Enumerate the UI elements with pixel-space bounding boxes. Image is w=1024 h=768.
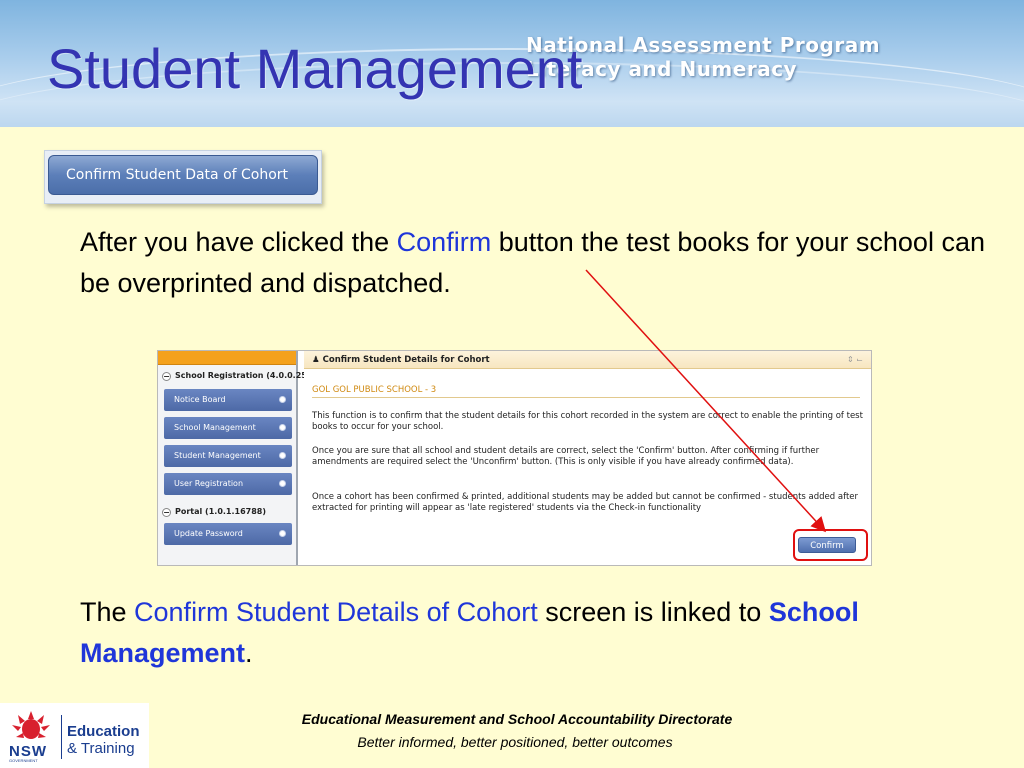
school-name: GOL GOL PUBLIC SCHOOL - 3 [312, 385, 860, 398]
radio-icon [279, 424, 286, 431]
sidebar-item-label: Notice Board [174, 395, 226, 404]
sidebar-item-label: Update Password [174, 529, 243, 538]
app-screenshot: − School Registration (4.0.0.25 Notice Bo… [157, 350, 872, 566]
sidebar-item-label: School Management [174, 423, 256, 432]
para2-after: . [245, 638, 253, 668]
panel-controls-icon[interactable]: ⇕ ⌙ [847, 355, 863, 364]
sidebar-item-label: User Registration [174, 479, 244, 488]
program-line-2: Literacy and Numeracy [526, 57, 798, 81]
program-name: National Assessment Program Literacy and… [526, 33, 986, 81]
panel-header: ♟ Confirm Student Details for Cohort [304, 351, 871, 369]
program-line-1: National Assessment Program [526, 33, 881, 57]
group-label: School Registration (4.0.0.25 [175, 371, 307, 380]
waratah-icon [12, 711, 50, 739]
radio-icon [279, 452, 286, 459]
group-label: Portal (1.0.1.16788) [175, 507, 267, 516]
radio-icon [279, 530, 286, 537]
link-paragraph: The Confirm Student Details of Cohort sc… [80, 592, 980, 674]
instruction-paragraph: After you have clicked the Confirm butto… [80, 222, 1000, 304]
radio-icon [279, 396, 286, 403]
para1-highlight: Confirm [396, 227, 492, 257]
confirm-cohort-button[interactable]: Confirm Student Data of Cohort [48, 155, 318, 195]
collapse-icon: − [162, 508, 171, 517]
panel-title: Confirm Student Details for Cohort [322, 355, 490, 365]
cohort-button-image: Confirm Student Data of Cohort [44, 150, 322, 204]
sidebar-item-user-registration[interactable]: User Registration [164, 473, 292, 495]
panel-text: Once a cohort has been confirmed & print… [312, 492, 858, 513]
radio-icon [279, 480, 286, 487]
users-icon: ♟ [312, 355, 320, 365]
para1-before: After you have clicked the [80, 227, 397, 257]
logo-divider [61, 715, 62, 759]
sidebar-item-student-management[interactable]: Student Management [164, 445, 292, 467]
footer-tagline: Better informed, better positioned, bett… [357, 734, 673, 750]
collapse-icon: − [162, 372, 171, 381]
education-text: Education [67, 723, 140, 740]
sidebar-group-school-registration[interactable]: − School Registration (4.0.0.25 [162, 371, 307, 381]
para2-middle: screen is linked to [537, 597, 769, 627]
sidebar-item-notice-board[interactable]: Notice Board [164, 389, 292, 411]
training-text: & Training [67, 740, 135, 757]
sidebar-item-label: Student Management [174, 451, 261, 460]
sidebar-item-school-management[interactable]: School Management [164, 417, 292, 439]
government-text: GOVERNMENT [9, 758, 38, 763]
footer-directorate: Educational Measurement and School Accou… [301, 711, 733, 727]
nsw-education-logo: NSW GOVERNMENT Education & Training [0, 703, 149, 768]
page-title: Student Management [47, 37, 583, 100]
sidebar-item-update-password[interactable]: Update Password [164, 523, 292, 545]
confirm-highlight-box [793, 529, 868, 561]
para2-before: The [80, 597, 135, 627]
confirm-panel: ♟ Confirm Student Details for Cohort ⇕ ⌙ … [304, 351, 871, 565]
para2-highlight: Confirm Student Details of Cohort [134, 597, 538, 627]
panel-text: Once you are sure that all school and st… [312, 446, 820, 467]
sidebar-group-portal[interactable]: − Portal (1.0.1.16788) [162, 507, 266, 517]
sidebar-topbar [158, 351, 296, 365]
panel-text: This function is to confirm that the stu… [312, 411, 863, 432]
sidebar: − School Registration (4.0.0.25 Notice Bo… [158, 351, 307, 565]
